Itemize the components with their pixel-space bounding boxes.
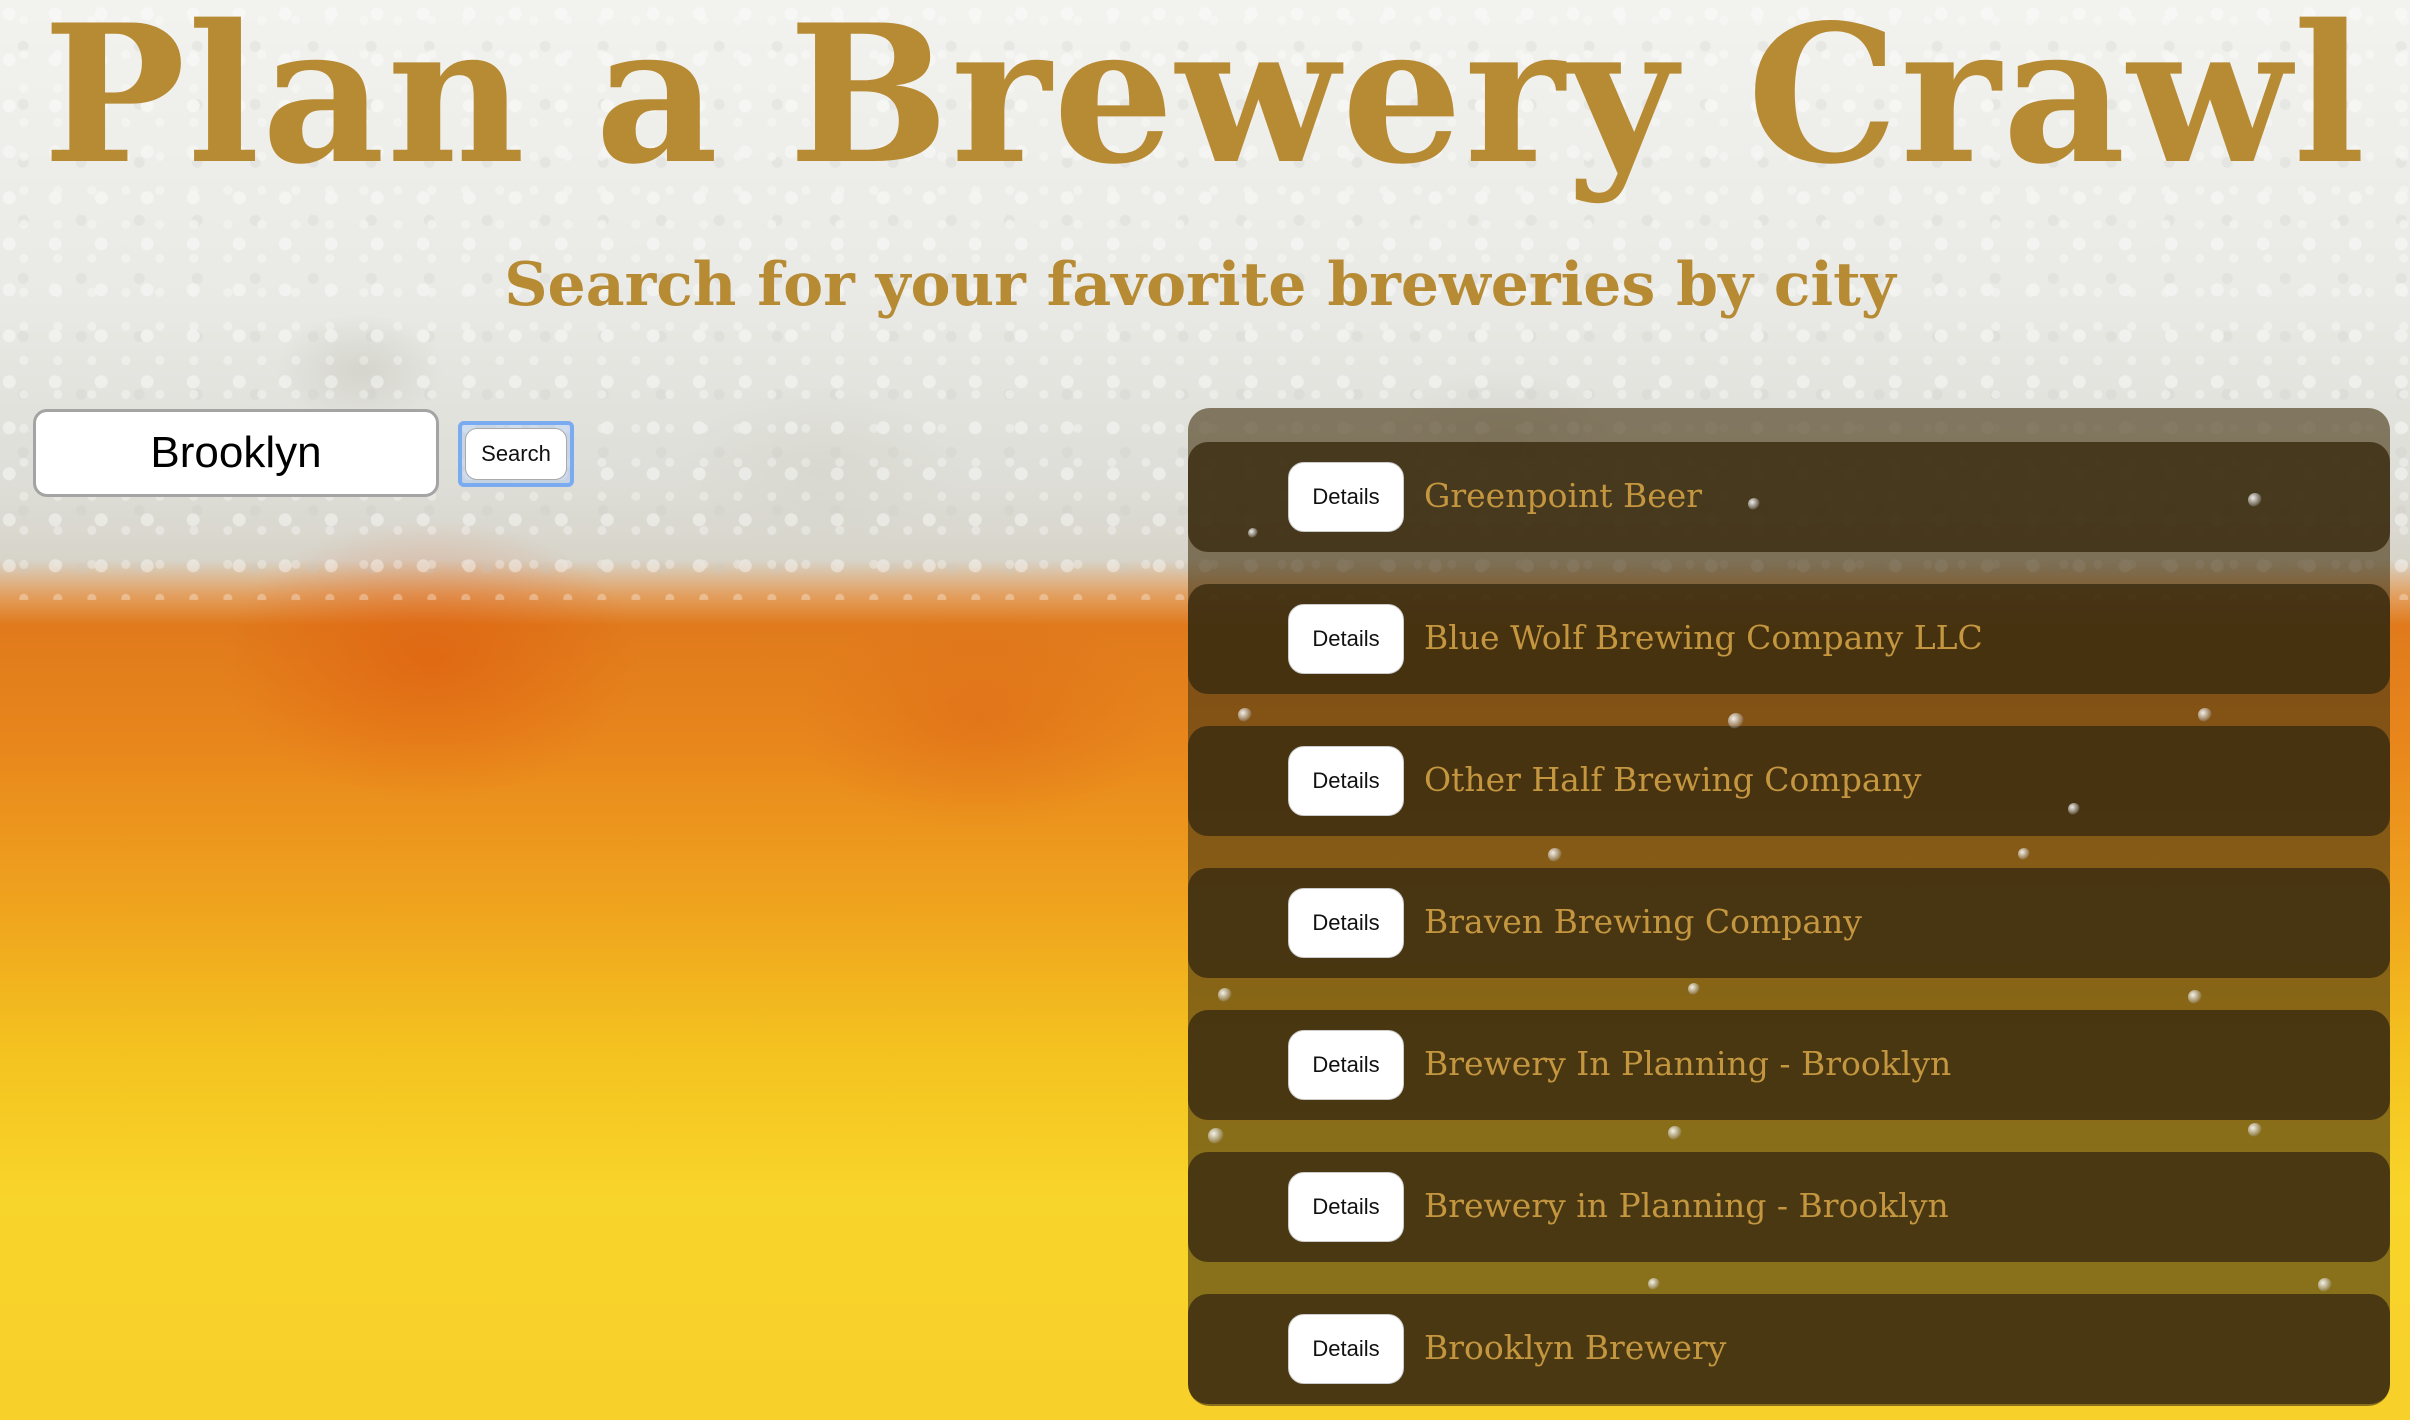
result-row: Details Other Half Brewing Company [1188, 726, 2390, 836]
bubble-decoration [1668, 1126, 1682, 1140]
page-subtitle: Search for your favorite breweries by ci… [504, 250, 1896, 320]
details-button[interactable]: Details [1288, 746, 1404, 816]
details-button[interactable]: Details [1288, 888, 1404, 958]
city-search-input[interactable] [33, 409, 439, 497]
search-button-focus-ring: Search [458, 421, 574, 487]
brewery-name: Brooklyn Brewery [1424, 1328, 1727, 1367]
result-row: Details Greenpoint Beer [1188, 442, 2390, 552]
bubble-decoration [2068, 803, 2080, 815]
brewery-name: Brewery In Planning - Brooklyn [1424, 1044, 1952, 1083]
bubble-decoration [1208, 1128, 1224, 1144]
brewery-name: Blue Wolf Brewing Company LLC [1424, 618, 1983, 657]
bubble-decoration [1218, 988, 1232, 1002]
details-button[interactable]: Details [1288, 462, 1404, 532]
result-row: Details Brooklyn Brewery [1188, 1294, 2390, 1404]
brewery-name: Greenpoint Beer [1424, 476, 1703, 515]
brewery-name: Other Half Brewing Company [1424, 760, 1922, 799]
details-button[interactable]: Details [1288, 1314, 1404, 1384]
results-panel: Details Greenpoint Beer Details Blue Wol… [1188, 408, 2390, 1406]
bubble-decoration [1238, 708, 1252, 722]
page-title: Plan a Brewery Crawl [42, 0, 2368, 206]
bubble-decoration [2248, 1123, 2262, 1137]
bubble-decoration [2318, 1278, 2332, 1292]
bubble-decoration [1728, 713, 1744, 729]
result-row: Details Brewery in Planning - Brooklyn [1188, 1152, 2390, 1262]
bubble-decoration [1648, 1278, 1660, 1290]
result-row: Details Blue Wolf Brewing Company LLC [1188, 584, 2390, 694]
bubble-decoration [2188, 990, 2202, 1004]
details-button[interactable]: Details [1288, 1030, 1404, 1100]
brewery-name: Braven Brewing Company [1424, 902, 1862, 941]
details-button[interactable]: Details [1288, 1172, 1404, 1242]
bubble-decoration [2248, 493, 2262, 507]
result-row: Details Braven Brewing Company [1188, 868, 2390, 978]
brewery-name: Brewery in Planning - Brooklyn [1424, 1186, 1949, 1225]
bubble-decoration [1688, 983, 1700, 995]
bubble-decoration [1548, 848, 1562, 862]
bubble-decoration [2198, 708, 2212, 722]
details-button[interactable]: Details [1288, 604, 1404, 674]
result-row: Details Brewery In Planning - Brooklyn [1188, 1010, 2390, 1120]
bubble-decoration [1748, 498, 1760, 510]
search-button[interactable]: Search [465, 428, 567, 480]
bubble-decoration [1248, 528, 1258, 538]
bubble-decoration [2018, 848, 2030, 860]
